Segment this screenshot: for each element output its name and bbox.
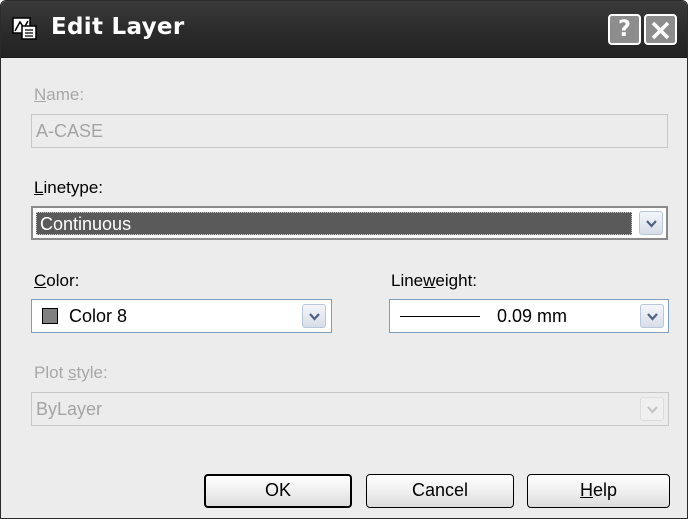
- help-button[interactable]: Help: [527, 474, 670, 508]
- color-label: Color:: [34, 271, 80, 290]
- color-dropdown[interactable]: Color 8: [31, 299, 332, 333]
- lineweight-dropdown-arrow[interactable]: [640, 304, 664, 328]
- layer-icon: [12, 17, 37, 40]
- chevron-down-icon: [646, 220, 657, 228]
- edit-layer-dialog: Edit Layer ? Name: A-CASE Linetype: Cont…: [0, 0, 688, 519]
- ok-button[interactable]: OK: [204, 474, 352, 508]
- close-button[interactable]: [644, 14, 677, 45]
- linetype-value: Continuous: [40, 214, 132, 234]
- color-swatch: [42, 308, 58, 324]
- chevron-down-icon: [647, 313, 658, 321]
- chevron-down-icon: [309, 313, 320, 321]
- lineweight-value: 0.09 mm: [497, 306, 568, 326]
- chevron-down-icon: [647, 406, 658, 414]
- lineweight-dropdown[interactable]: 0.09 mm: [389, 299, 669, 333]
- color-dropdown-arrow[interactable]: [302, 304, 326, 328]
- color-value: Color 8: [69, 306, 128, 326]
- plot-style-dropdown-arrow: [640, 397, 664, 421]
- lineweight-preview-line: [400, 316, 480, 317]
- lineweight-label: Lineweight:: [391, 271, 478, 290]
- linetype-label: Linetype:: [34, 178, 104, 197]
- title-help-button[interactable]: ?: [608, 14, 641, 45]
- window-title: Edit Layer: [51, 14, 185, 40]
- plot-style-label: Plot style:: [34, 363, 108, 382]
- title-bar[interactable]: Edit Layer ?: [1, 1, 687, 58]
- linetype-dropdown-arrow[interactable]: [639, 211, 663, 235]
- cancel-button[interactable]: Cancel: [366, 474, 514, 508]
- plot-style-dropdown: ByLayer: [31, 392, 669, 426]
- linetype-dropdown[interactable]: Continuous: [31, 206, 668, 240]
- name-field: A-CASE: [31, 114, 668, 148]
- close-icon: [651, 21, 670, 40]
- name-label: Name:: [34, 85, 85, 104]
- plot-style-value: ByLayer: [36, 399, 103, 419]
- linetype-selected: Continuous: [36, 212, 632, 235]
- name-value: A-CASE: [36, 121, 104, 141]
